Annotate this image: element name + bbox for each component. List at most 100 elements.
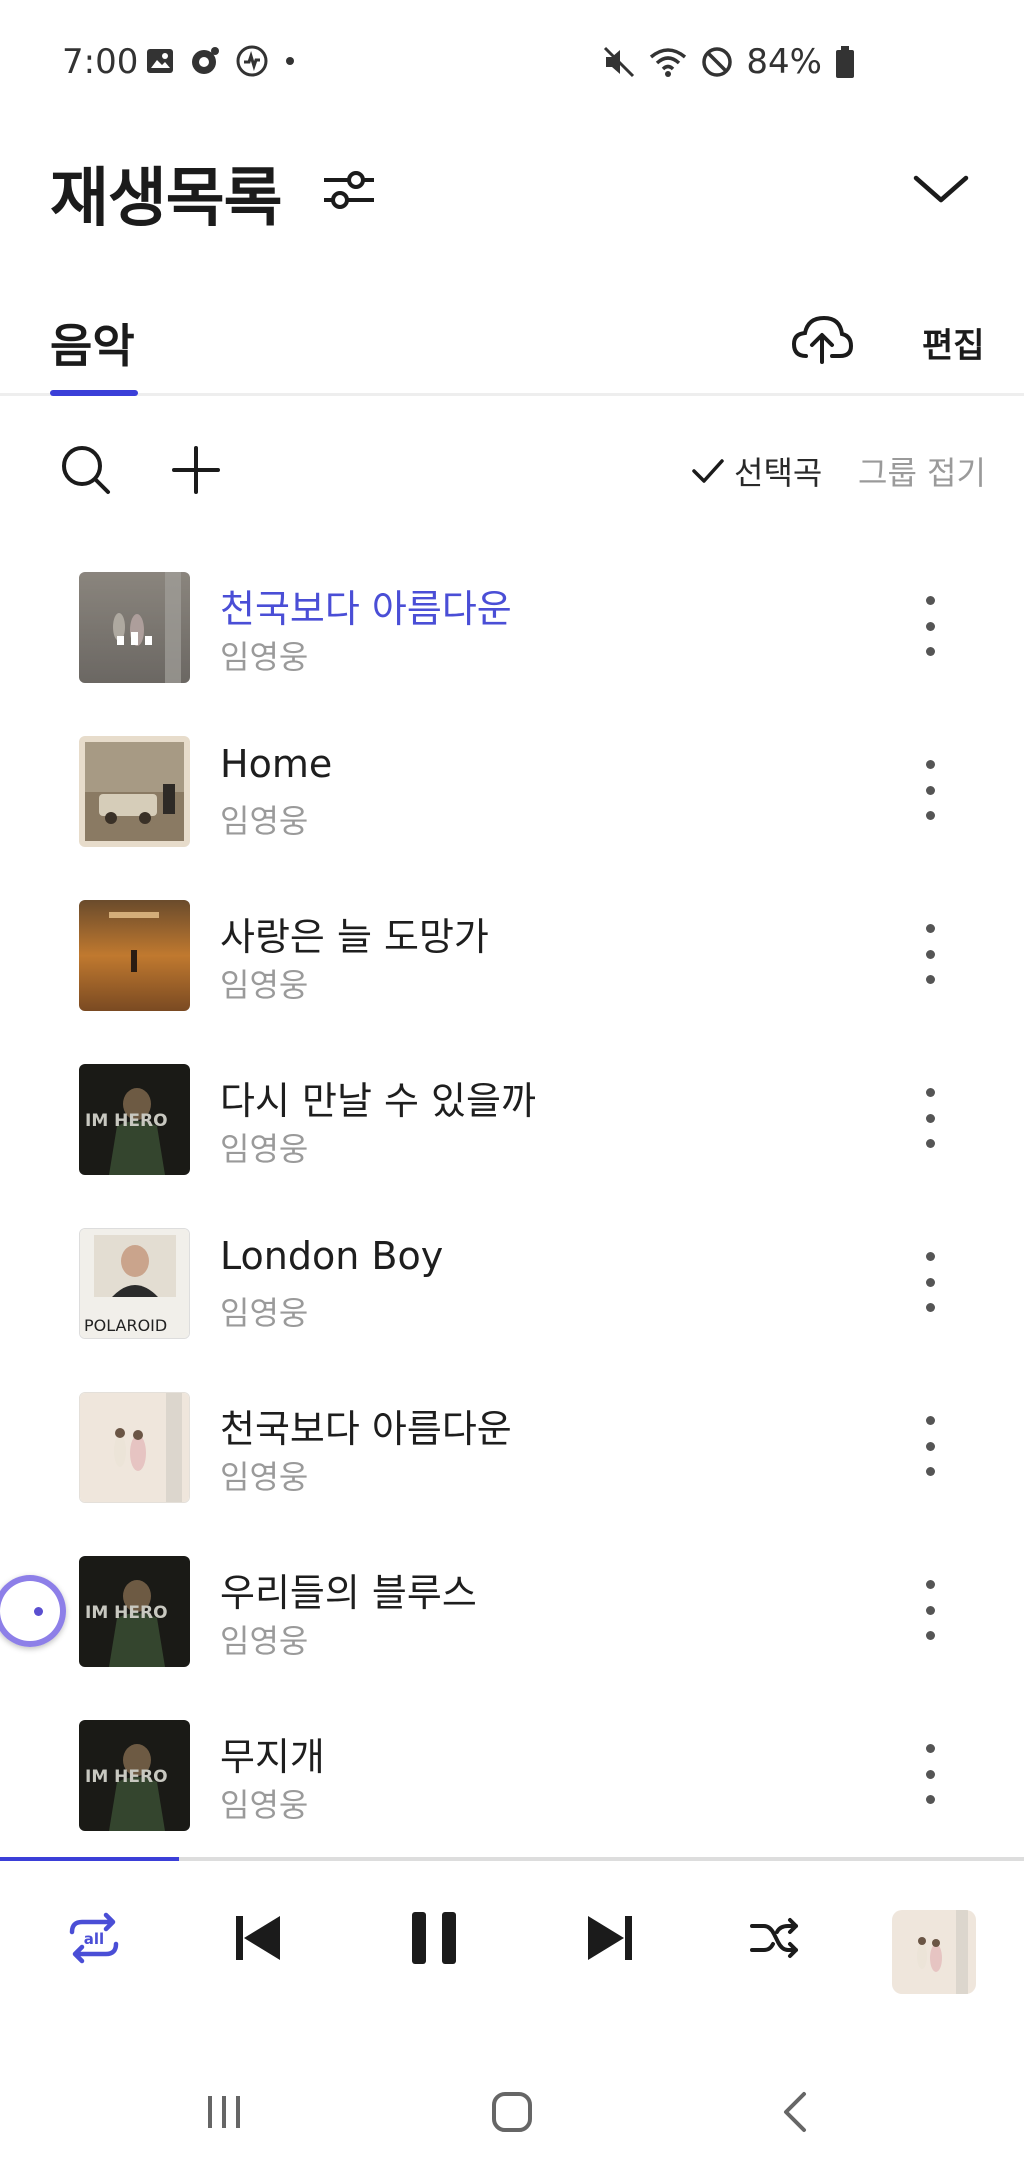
more-options-button[interactable]: [912, 1244, 948, 1320]
song-artist: 임영웅: [220, 1622, 309, 1660]
mute-icon: [604, 46, 635, 78]
song-title: Home: [220, 742, 333, 786]
song-row[interactable]: POLAROID London Boy 임영웅: [0, 1216, 1024, 1380]
song-row[interactable]: 사랑은 늘 도망가 임영웅: [0, 888, 1024, 1052]
fold-groups-button[interactable]: 그룹 접기: [858, 448, 986, 494]
repeat-all-icon: all: [69, 1912, 119, 1964]
more-options-button[interactable]: [912, 1736, 948, 1812]
song-artist: 임영웅: [220, 1786, 309, 1824]
song-row[interactable]: Home 임영웅: [0, 724, 1024, 888]
more-options-button[interactable]: [912, 752, 948, 828]
album-art-text: IM HERO: [85, 1767, 168, 1787]
playback-progress[interactable]: [0, 1857, 1024, 1861]
song-title: 우리들의 블루스: [220, 1571, 477, 1615]
camera-icon: [192, 47, 219, 74]
song-artist: 임영웅: [220, 802, 309, 840]
home-button[interactable]: [482, 2082, 542, 2142]
album-art: [79, 1392, 190, 1503]
selected-songs-label: 선택곡: [734, 454, 823, 492]
album-art: [79, 900, 190, 1011]
battery-icon: [836, 46, 854, 78]
sliders-icon: [324, 171, 374, 209]
album-art: IM HERO: [79, 1556, 190, 1667]
page-title: 재생목록: [50, 162, 283, 236]
plus-icon: [172, 446, 220, 494]
selected-songs-button[interactable]: 선택곡: [690, 448, 822, 494]
more-options-button[interactable]: [912, 588, 948, 664]
next-button[interactable]: [574, 1902, 646, 1974]
pause-icon: [412, 1912, 456, 1964]
home-icon: [492, 2092, 532, 2132]
wifi-icon: [650, 48, 687, 77]
search-button[interactable]: [58, 442, 114, 498]
player-controls: all: [0, 1862, 1024, 2042]
list-toolbar: 선택곡 그룹 접기: [0, 420, 1024, 520]
album-art: [79, 572, 190, 683]
song-title: 사랑은 늘 도망가: [220, 915, 489, 959]
album-art: IM HERO: [79, 1720, 190, 1831]
song-title: 천국보다 아름다운: [220, 1407, 512, 1451]
album-art-text: POLAROID: [84, 1316, 167, 1335]
filter-button[interactable]: [318, 158, 380, 220]
tab-bar: 음악 편집: [0, 290, 1024, 396]
album-art: POLAROID: [79, 1228, 190, 1339]
cloud-upload-icon: [791, 315, 854, 364]
song-artist: 임영웅: [220, 638, 309, 676]
shuffle-button[interactable]: [738, 1902, 810, 1974]
system-nav-bar: [0, 2062, 1024, 2162]
song-row[interactable]: 천국보다 아름다운 임영웅: [0, 560, 1024, 724]
song-artist: 임영웅: [220, 1458, 309, 1496]
header: 재생목록: [0, 130, 1024, 270]
shuffle-icon: [750, 1918, 798, 1958]
collapse-button[interactable]: [910, 158, 972, 220]
song-title: 천국보다 아름다운: [220, 587, 512, 631]
song-title: 다시 만날 수 있을까: [220, 1079, 536, 1123]
sync-icon: [236, 45, 268, 77]
recent-apps-button[interactable]: [194, 2082, 254, 2142]
more-options-button[interactable]: [912, 1408, 948, 1484]
status-time: 7:00: [62, 42, 139, 82]
previous-button[interactable]: [222, 1902, 294, 1974]
check-icon: [692, 459, 724, 483]
album-art-text: IM HERO: [85, 1111, 168, 1131]
song-artist: 임영웅: [220, 1294, 309, 1332]
tab-music[interactable]: 음악: [50, 310, 135, 376]
edit-button[interactable]: 편집: [922, 318, 985, 367]
back-button[interactable]: [766, 2082, 826, 2142]
song-row[interactable]: IM HERO 우리들의 블루스 임영웅: [0, 1544, 1024, 1708]
recent-apps-icon: [208, 2096, 240, 2128]
pause-button[interactable]: [398, 1902, 470, 1974]
song-title: 무지개: [220, 1735, 325, 1779]
song-artist: 임영웅: [220, 1130, 309, 1168]
more-options-button[interactable]: [912, 916, 948, 992]
more-options-button[interactable]: [912, 1572, 948, 1648]
chevron-down-icon: [913, 175, 969, 203]
song-title: London Boy: [220, 1234, 444, 1278]
battery-percent: 84%: [746, 42, 822, 82]
repeat-button[interactable]: all: [58, 1902, 130, 1974]
next-icon: [588, 1916, 632, 1960]
album-art: [79, 736, 190, 847]
back-icon: [784, 2092, 806, 2132]
song-artist: 임영웅: [220, 966, 309, 1004]
previous-icon: [236, 1916, 280, 1960]
gallery-icon: [147, 49, 173, 73]
status-right: 84%: [602, 42, 856, 82]
album-art-text: IM HERO: [85, 1603, 168, 1623]
song-row[interactable]: 천국보다 아름다운 임영웅: [0, 1380, 1024, 1544]
status-bar: 7:00 84%: [0, 0, 1024, 130]
status-left-icons: [145, 44, 297, 78]
add-button[interactable]: [168, 442, 224, 498]
more-options-button[interactable]: [912, 1080, 948, 1156]
song-row[interactable]: IM HERO 무지개 임영웅: [0, 1708, 1024, 1872]
search-icon: [62, 446, 110, 494]
album-art: IM HERO: [79, 1064, 190, 1175]
now-playing-album-art[interactable]: [892, 1910, 976, 1994]
song-row[interactable]: IM HERO 다시 만날 수 있을까 임영웅: [0, 1052, 1024, 1216]
playback-progress-fill: [0, 1857, 180, 1861]
dot-icon: [286, 57, 294, 65]
repeat-mode-label: all: [84, 1930, 104, 1948]
cloud-upload-button[interactable]: [790, 312, 854, 368]
tab-active-indicator: [50, 390, 138, 396]
block-icon: [702, 47, 733, 77]
